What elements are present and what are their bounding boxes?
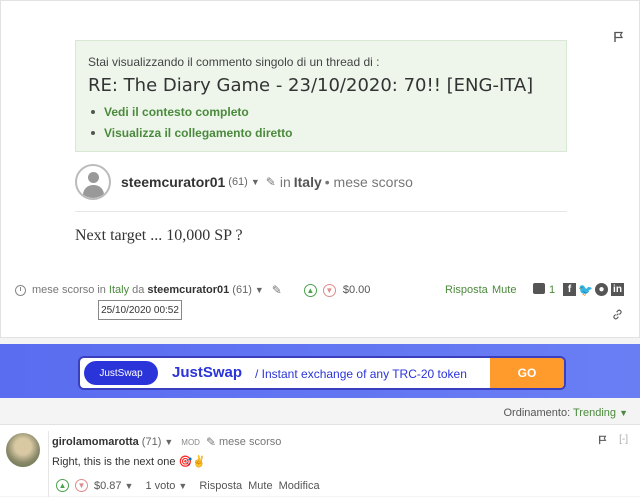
link-icon[interactable] [612, 309, 623, 320]
category-link[interactable]: Italy [294, 174, 322, 190]
linkedin-icon[interactable]: in [611, 283, 624, 296]
ad-title: JustSwap [172, 364, 243, 381]
go-button[interactable]: GO [490, 358, 564, 388]
comment-actions: ▲ ▼ $0.87 ▼ 1 voto ▼ Risposta Mute Modif… [56, 479, 320, 492]
payout-value[interactable]: $0.00 [343, 284, 371, 296]
avatar[interactable] [75, 164, 111, 200]
sort-label: Ordinamento: [503, 407, 571, 419]
comments-icon[interactable] [533, 283, 545, 294]
footer-age[interactable]: mese scorso [32, 284, 94, 296]
ad-banner[interactable]: JustSwap JustSwap / Instant exchange of … [0, 344, 640, 398]
ad-banner-content[interactable]: JustSwap JustSwap / Instant exchange of … [80, 358, 564, 388]
footer-author[interactable]: steemcurator01 [147, 284, 229, 296]
chevron-down-icon[interactable]: ▼ [164, 437, 173, 447]
author-name[interactable]: steemcurator01 [121, 174, 225, 190]
reply-button[interactable]: Risposta [445, 284, 488, 296]
chevron-down-icon[interactable]: ▼ [251, 177, 260, 187]
comment-text: Right, this is the next one 🎯✌ [52, 456, 206, 468]
flag-icon[interactable] [613, 31, 625, 43]
chevron-down-icon[interactable]: ▼ [178, 481, 187, 491]
author-row: steemcurator01 (61) ▼ ✎ in Italy • mese … [75, 162, 567, 202]
footer-by-label: da [132, 284, 145, 296]
chevron-down-icon[interactable]: ▼ [619, 408, 628, 418]
full-context-link[interactable]: Vedi il contesto completo [88, 105, 554, 119]
footer-in-label: in [97, 284, 106, 296]
ad-subtitle: / Instant exchange of any TRC-20 token [255, 367, 467, 381]
post-footer: mese scorso in Italy da steemcurator01 (… [15, 281, 629, 299]
in-label: in [279, 174, 291, 190]
notice-links: Vedi il contesto completo Visualizza il … [88, 105, 554, 140]
post-age: • mese scorso [324, 174, 413, 190]
thread-title[interactable]: RE: The Diary Game - 23/10/2020: 70!! [E… [88, 75, 554, 96]
pencil-icon: ✎ [205, 435, 217, 449]
comment-payout[interactable]: $0.87 [94, 480, 122, 492]
downvote-icon[interactable]: ▼ [75, 479, 88, 492]
thread-line [48, 431, 49, 497]
footer-category-link[interactable]: Italy [109, 284, 129, 296]
direct-link[interactable]: Visualizza il collegamento diretto [88, 126, 554, 140]
divider [75, 211, 567, 212]
comment-body: Next target ... 10,000 SP ? [75, 227, 243, 244]
chevron-down-icon[interactable]: ▼ [255, 285, 264, 295]
comment-reputation: (71) [141, 436, 162, 448]
reply-comment: girolamomarotta (71) ▼ MOD ✎ mese scorso… [0, 424, 640, 497]
upvote-icon[interactable]: ▲ [56, 479, 69, 492]
comment-mute-button[interactable]: Mute [248, 480, 272, 492]
avatar[interactable] [6, 433, 40, 467]
comment-reply-button[interactable]: Risposta [199, 480, 242, 492]
flag-icon[interactable] [598, 435, 608, 445]
vote-count[interactable]: 1 voto [145, 480, 175, 492]
reddit-icon[interactable]: ● [595, 283, 608, 296]
comment-age[interactable]: mese scorso [219, 436, 281, 448]
pencil-icon: ✎ [265, 175, 276, 189]
sort-value[interactable]: Trending [573, 407, 616, 419]
post-card: Stai visualizzando il commento singolo d… [0, 0, 640, 338]
chevron-down-icon[interactable]: ▼ [125, 481, 134, 491]
thread-notice: Stai visualizzando il commento singolo d… [75, 40, 567, 152]
comment-edit-button[interactable]: Modifica [279, 480, 320, 492]
author-reputation: (61) [228, 176, 248, 188]
comment-author[interactable]: girolamomarotta [52, 436, 139, 448]
upvote-icon[interactable]: ▲ [303, 283, 317, 297]
justswap-logo: JustSwap [84, 361, 158, 385]
pencil-icon: ✎ [271, 283, 282, 297]
facebook-icon[interactable]: f [563, 283, 576, 296]
downvote-icon[interactable]: ▼ [322, 283, 336, 297]
mod-badge: MOD [181, 437, 200, 447]
notice-lead: Stai visualizzando il commento singolo d… [88, 55, 380, 69]
sort-control[interactable]: Ordinamento: Trending ▼ [503, 407, 628, 419]
mute-button[interactable]: Mute [492, 284, 516, 296]
twitter-icon[interactable]: 🐦 [578, 283, 593, 297]
timestamp-tooltip: 25/10/2020 00:52 [98, 300, 182, 320]
footer-reputation: (61) [232, 284, 252, 296]
comment-header: girolamomarotta (71) ▼ MOD ✎ mese scorso [52, 435, 281, 449]
collapse-toggle[interactable]: [-] [619, 434, 628, 445]
clock-icon [15, 284, 26, 296]
comments-count[interactable]: 1 [549, 284, 555, 296]
